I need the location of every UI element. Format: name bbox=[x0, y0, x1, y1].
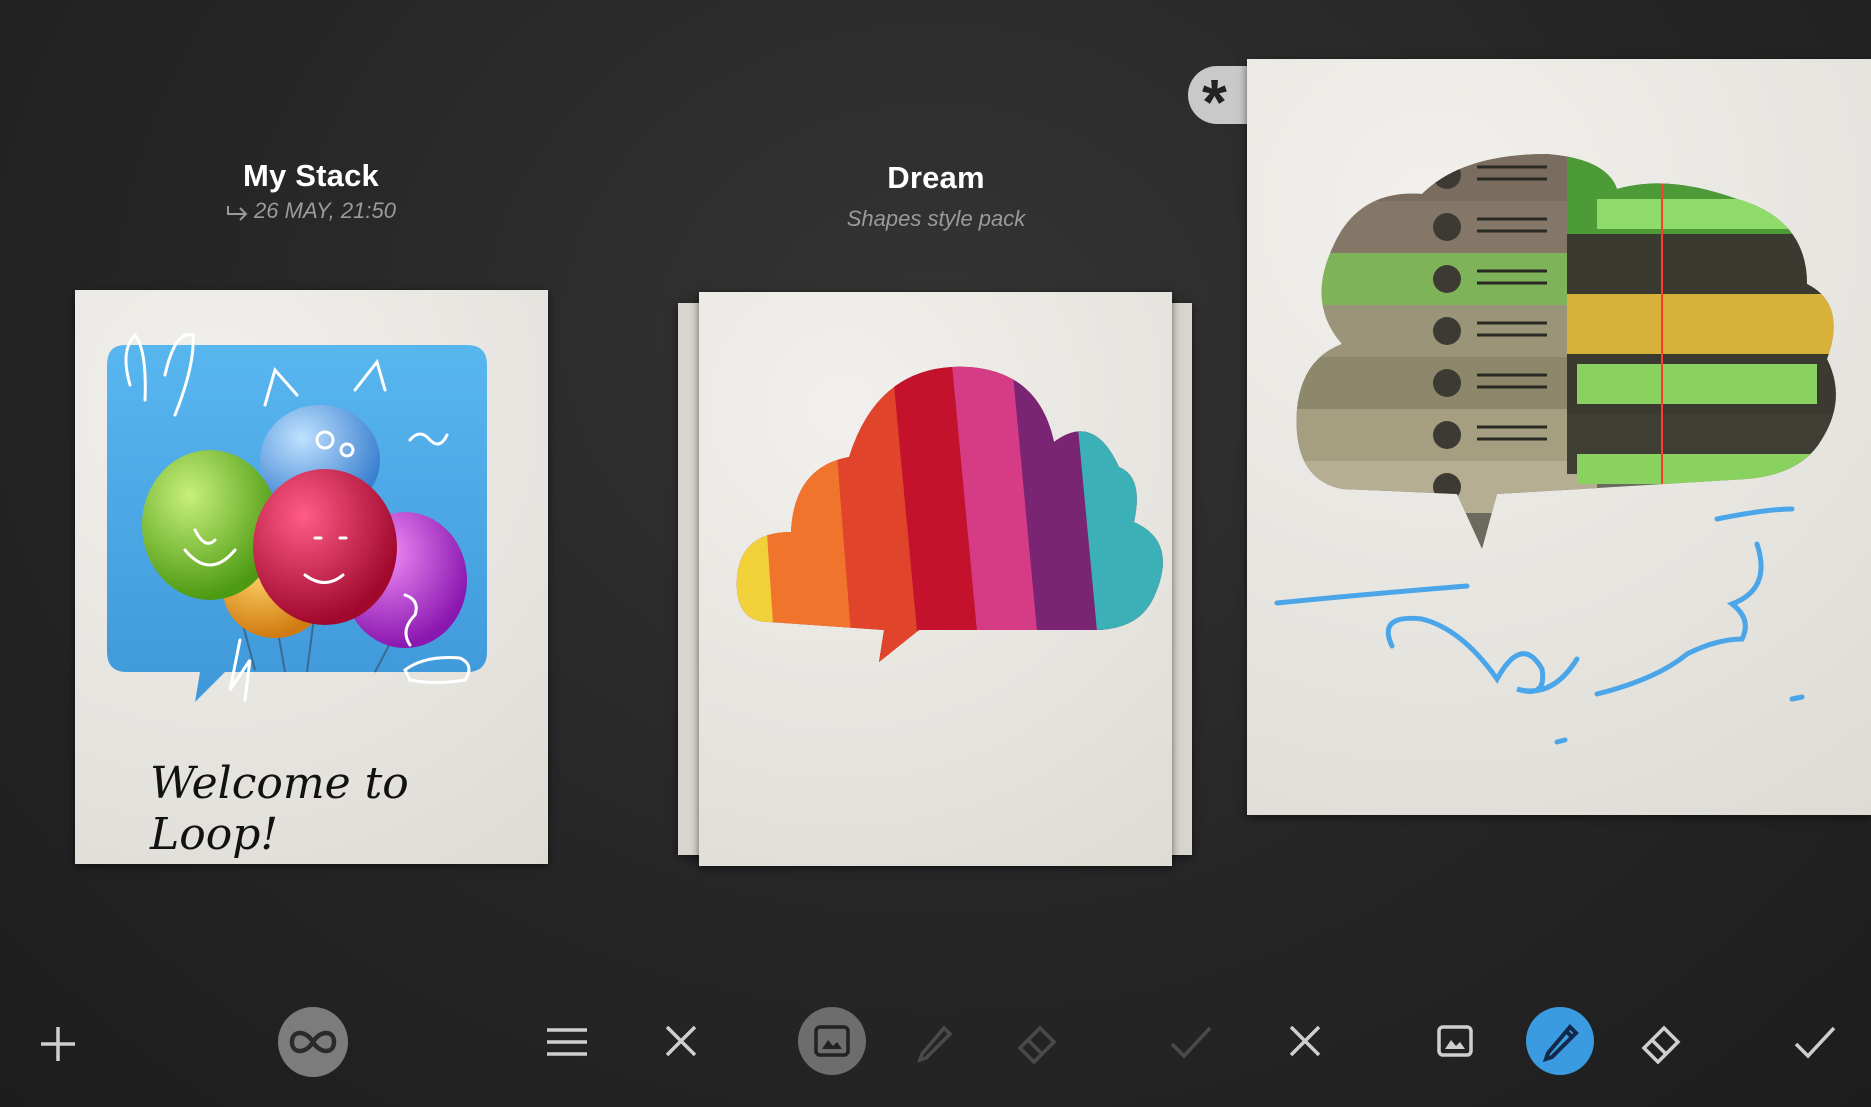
dream-subtitle: Shapes style pack bbox=[846, 206, 1026, 231]
editor-card[interactable] bbox=[1247, 59, 1871, 815]
eraser-icon[interactable] bbox=[1638, 1018, 1686, 1066]
stack-title-block: My Stack 26 MAY, 21:50 bbox=[11, 158, 611, 224]
dream-title-block: Dream Shapes style pack bbox=[636, 160, 1236, 232]
image-icon[interactable] bbox=[1434, 1022, 1476, 1060]
asterisk-icon: * bbox=[1202, 66, 1227, 138]
menu-icon[interactable] bbox=[543, 1022, 591, 1062]
editor-canvas[interactable] bbox=[1247, 59, 1871, 815]
pen-icon bbox=[910, 1018, 958, 1066]
close-icon[interactable] bbox=[660, 1020, 702, 1062]
stack-date-text: 26 MAY, 21:50 bbox=[254, 198, 396, 223]
pen-icon bbox=[1538, 1019, 1582, 1063]
image-button[interactable] bbox=[798, 1007, 866, 1075]
plus-icon[interactable] bbox=[34, 1020, 82, 1068]
stack-date: 26 MAY, 21:50 bbox=[11, 198, 611, 224]
dream-card[interactable] bbox=[699, 292, 1172, 866]
close-icon[interactable] bbox=[1284, 1020, 1326, 1062]
pen-button[interactable] bbox=[1526, 1007, 1594, 1075]
dream-title: Dream bbox=[887, 160, 985, 195]
welcome-text: Welcome to Loop! bbox=[150, 758, 409, 860]
loop-button[interactable] bbox=[278, 1007, 348, 1077]
image-icon bbox=[814, 1025, 850, 1057]
stack-title: My Stack bbox=[243, 158, 379, 193]
reply-arrow-icon bbox=[226, 202, 250, 222]
loop-icon bbox=[286, 1027, 340, 1057]
eraser-icon bbox=[1014, 1018, 1062, 1066]
stack-card[interactable]: Welcome to Loop! bbox=[75, 290, 548, 864]
check-icon[interactable] bbox=[1792, 1022, 1838, 1062]
check-icon bbox=[1168, 1022, 1214, 1062]
rainbow-cloud-image bbox=[736, 366, 1163, 662]
